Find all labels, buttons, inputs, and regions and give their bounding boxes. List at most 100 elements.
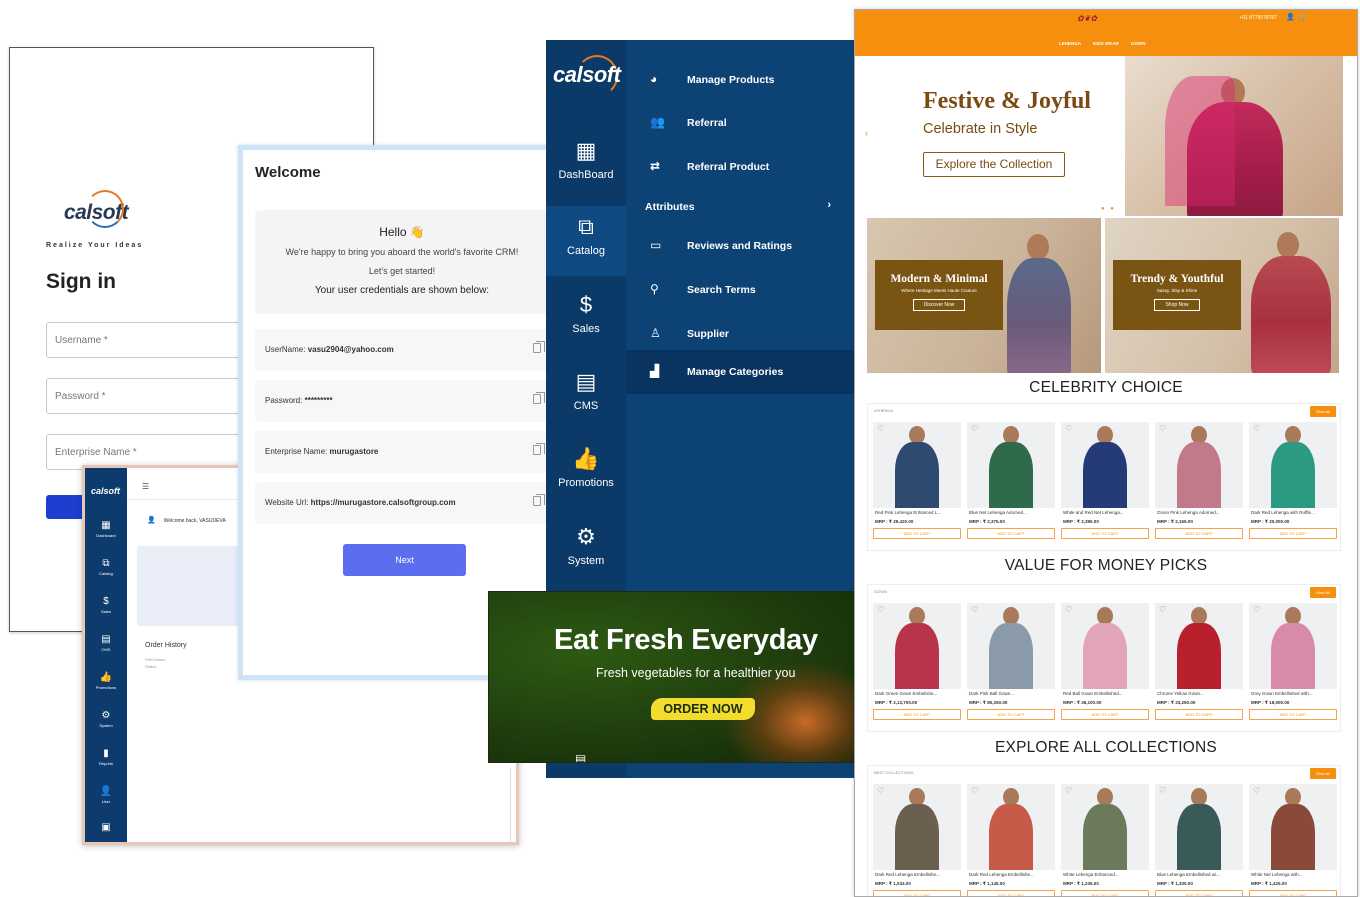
heart-icon[interactable]: ♡ <box>1065 786 1072 795</box>
add-to-cart-button[interactable]: ADD TO CART <box>873 528 961 539</box>
product-card[interactable]: ♡ White Net Lehenga with... MRP : ₹ 1,425.… <box>1249 784 1337 896</box>
product-card[interactable]: ♡ Dark Red Lehenga with Ruffle... MRP : ₹ … <box>1249 422 1337 548</box>
rail-item-promotions[interactable]: 👍 Promotions <box>546 438 626 508</box>
product-name[interactable]: Dark Green Gown Embelishe... <box>875 691 961 696</box>
store-logo[interactable]: ✿❦✿ <box>1077 14 1097 23</box>
product-card[interactable]: ♡ Dark Pink Ball Gown... MRP : ₹ 80,250.00… <box>967 603 1055 729</box>
nav-kids-wear[interactable]: KIDS WEAR <box>1093 41 1119 46</box>
product-name[interactable]: Chrome Yellow Gown... <box>1157 691 1243 696</box>
promo-trendy-youthful[interactable]: Trendy & Youthful Sassy, Slay & Shine Sh… <box>1105 218 1339 373</box>
explore-collection-button[interactable]: Explore the Collection <box>923 152 1065 177</box>
add-to-cart-button[interactable]: ADD TO CART <box>1249 890 1337 896</box>
heart-icon[interactable]: ♡ <box>1065 605 1072 614</box>
add-to-cart-button[interactable]: ADD TO CART <box>1061 709 1149 720</box>
product-name[interactable]: White Net Lehenga with... <box>1251 872 1337 877</box>
product-image[interactable]: ♡ <box>1249 603 1337 689</box>
product-name[interactable]: Blue Net Lehenga Adorned... <box>969 510 1055 515</box>
add-to-cart-button[interactable]: ADD TO CART <box>1061 890 1149 896</box>
add-to-cart-button[interactable]: ADD TO CART <box>1155 709 1243 720</box>
heart-icon[interactable]: ♡ <box>1159 424 1166 433</box>
heart-icon[interactable]: ♡ <box>1253 605 1260 614</box>
view-all-button[interactable]: View All <box>1310 768 1336 779</box>
product-image[interactable]: ♡ <box>1249 784 1337 870</box>
copy-icon[interactable] <box>533 392 545 404</box>
heart-icon[interactable]: ♡ <box>1253 424 1260 433</box>
admin-nav-system[interactable]: ⚙ System <box>85 710 127 728</box>
phone-number[interactable]: +91 8778078787 <box>1239 15 1277 21</box>
product-image[interactable]: ♡ <box>873 422 961 508</box>
menu-item-supplier[interactable]: ♙ Supplier <box>626 314 855 354</box>
product-card[interactable]: ♡ Chrome Yellow Gown... MRP : ₹ 33,250.00 A… <box>1155 603 1243 729</box>
heart-icon[interactable]: ♡ <box>1065 424 1072 433</box>
product-name[interactable]: Dark Red Lehenga Embellishe... <box>875 872 961 877</box>
chevron-left-icon[interactable]: ‹ <box>865 128 868 138</box>
menu-toggle-icon[interactable]: ☰ <box>142 482 149 491</box>
product-card[interactable]: ♡ Red Pink Lehenga Enhanced L... MRP : ₹ 2… <box>873 422 961 548</box>
add-to-cart-button[interactable]: ADD TO CART <box>1061 528 1149 539</box>
add-to-cart-button[interactable]: ADD TO CART <box>967 528 1055 539</box>
menu-section-attributes[interactable]: Attributes › <box>626 187 855 227</box>
password-field[interactable]: Password * <box>46 378 246 414</box>
menu-item-manage-products[interactable]: ◕ Manage Products <box>626 60 855 100</box>
product-image[interactable]: ♡ <box>1155 422 1243 508</box>
admin-nav-cms[interactable]: ▤ CMS <box>85 634 127 652</box>
product-card[interactable]: ♡ Blue Lehenga Embellished wi... MRP : ₹ 1… <box>1155 784 1243 896</box>
username-field[interactable]: Username * <box>46 322 246 358</box>
product-name[interactable]: Dark Red Lehenga with Ruffle... <box>1251 510 1337 515</box>
nav-gown[interactable]: GOWN <box>1131 41 1146 46</box>
product-image[interactable]: ♡ <box>1061 784 1149 870</box>
discover-now-button[interactable]: Discover Now <box>912 299 966 311</box>
nav-lehenga[interactable]: LEHENGA <box>1059 41 1081 46</box>
shop-now-button[interactable]: Shop Now <box>1154 299 1200 311</box>
product-image[interactable]: ♡ <box>1249 422 1337 508</box>
rail-item-sales[interactable]: $ Sales <box>546 284 626 354</box>
menu-item-referral[interactable]: 👥 Referral <box>626 103 855 143</box>
admin-nav-dashboard[interactable]: ▦ Dashboard <box>85 520 127 538</box>
product-name[interactable]: White and Red Net Lehenga... <box>1063 510 1149 515</box>
product-image[interactable]: ♡ <box>1061 603 1149 689</box>
product-card[interactable]: ♡ White Lehenga Enhanced... MRP : ₹ 1,235.… <box>1061 784 1149 896</box>
view-all-button[interactable]: View All <box>1310 587 1336 598</box>
add-to-cart-button[interactable]: ADD TO CART <box>1155 890 1243 896</box>
next-button[interactable]: Next <box>343 544 466 576</box>
product-image[interactable]: ♡ <box>873 784 961 870</box>
add-to-cart-button[interactable]: ADD TO CART <box>1249 709 1337 720</box>
product-image[interactable]: ♡ <box>967 784 1055 870</box>
product-name[interactable]: Dark Pink Ball Gown... <box>969 691 1055 696</box>
product-name[interactable]: Grey Gown Embellished with... <box>1251 691 1337 696</box>
copy-icon[interactable] <box>533 341 545 353</box>
admin-nav-reports[interactable]: ▮ Reports <box>85 748 127 766</box>
add-to-cart-button[interactable]: ADD TO CART <box>967 709 1055 720</box>
menu-item-referral-product[interactable]: ⇄ Referral Product <box>626 147 855 187</box>
product-card[interactable]: ♡ Red Ball Gown Embellished... MRP : ₹ 36,… <box>1061 603 1149 729</box>
account-icon[interactable]: 👤 <box>1286 13 1295 21</box>
add-to-cart-button[interactable]: ADD TO CART <box>873 709 961 720</box>
heart-icon[interactable]: ♡ <box>971 786 978 795</box>
copy-icon[interactable] <box>533 443 545 455</box>
product-name[interactable]: Red Ball Gown Embellished... <box>1063 691 1149 696</box>
heart-icon[interactable]: ♡ <box>877 786 884 795</box>
product-name[interactable]: Dark Red Lehenga Embellishe... <box>969 872 1055 877</box>
product-image[interactable]: ♡ <box>873 603 961 689</box>
admin-nav-promotions[interactable]: 👍 Promotions <box>85 672 127 690</box>
product-name[interactable]: Red Pink Lehenga Enhanced L... <box>875 510 961 515</box>
product-card[interactable]: ♡ Onion Pink Lehenga Adorned... MRP : ₹ 2,… <box>1155 422 1243 548</box>
product-image[interactable]: ♡ <box>967 422 1055 508</box>
admin-nav-sales[interactable]: $ Sales <box>85 596 127 614</box>
product-card[interactable]: ♡ White and Red Net Lehenga... MRP : ₹ 2,3… <box>1061 422 1149 548</box>
heart-icon[interactable]: ♡ <box>877 605 884 614</box>
heart-icon[interactable]: ♡ <box>1159 786 1166 795</box>
product-name[interactable]: Onion Pink Lehenga Adorned... <box>1157 510 1243 515</box>
view-all-button[interactable]: View All <box>1310 406 1336 417</box>
add-to-cart-button[interactable]: ADD TO CART <box>873 890 961 896</box>
product-image[interactable]: ♡ <box>967 603 1055 689</box>
add-to-cart-button[interactable]: ADD TO CART <box>1249 528 1337 539</box>
add-to-cart-button[interactable]: ADD TO CART <box>967 890 1055 896</box>
order-now-button[interactable]: ORDER NOW <box>651 698 755 720</box>
admin-nav-user[interactable]: 👤 User <box>85 786 127 804</box>
cart-icon[interactable]: 🛒 <box>1298 13 1307 21</box>
copy-icon[interactable] <box>533 494 545 506</box>
product-card[interactable]: ♡ Dark Red Lehenga Embellishe... MRP : ₹ 1… <box>967 784 1055 896</box>
product-image[interactable]: ♡ <box>1061 422 1149 508</box>
product-name[interactable]: White Lehenga Enhanced... <box>1063 872 1149 877</box>
